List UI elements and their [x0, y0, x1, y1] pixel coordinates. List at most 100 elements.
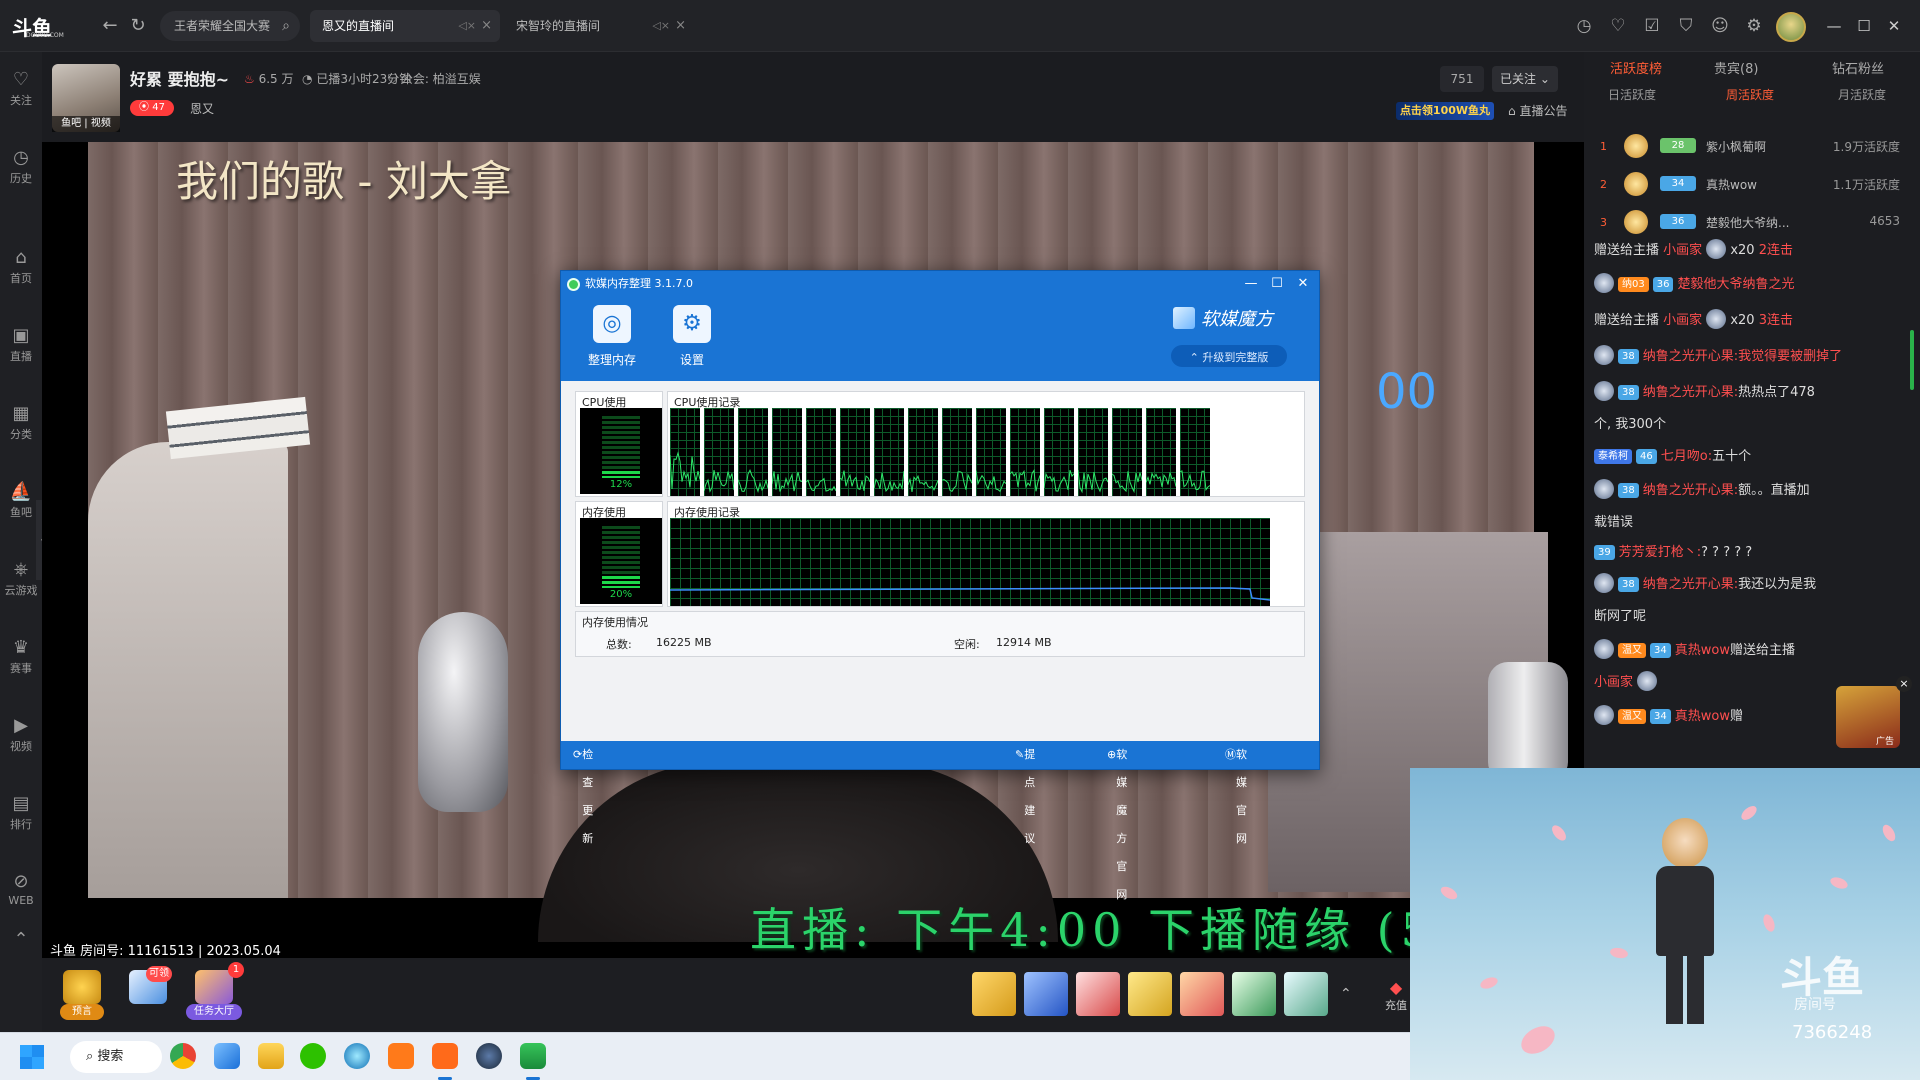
message-icon[interactable]: ☺: [1708, 14, 1732, 38]
history-clock-icon[interactable]: ◷: [1572, 14, 1596, 38]
gift-item-card[interactable]: [1128, 972, 1172, 1016]
guild-info[interactable]: ⛉ 公会: 柏溢互娱: [388, 70, 481, 87]
minimize-icon[interactable]: —: [1820, 14, 1848, 38]
settings-gear-icon[interactable]: ⚙: [1742, 14, 1766, 38]
sidebar-item-events[interactable]: ♛ 赛事: [0, 636, 42, 686]
back-icon[interactable]: ←: [98, 14, 122, 38]
close-window-icon[interactable]: ✕: [1880, 14, 1908, 38]
predict-button[interactable]: 预言: [54, 970, 110, 1020]
douyu-logo[interactable]: 斗鱼 DOUYU.COM: [12, 12, 74, 40]
official-site-link[interactable]: ⊕ 软媒魔方官网: [1107, 741, 1127, 901]
tab-activity-rank[interactable]: 活跃度榜: [1610, 58, 1662, 77]
app-icon[interactable]: [214, 1043, 240, 1069]
ad-thumbnail[interactable]: 广告: [1836, 686, 1900, 748]
favorite-heart-icon[interactable]: ♡: [1606, 14, 1630, 38]
sidebar-item-history[interactable]: ◷ 历史: [0, 146, 42, 196]
ranking-icon: ▤: [12, 793, 30, 814]
room-number-label: 房间号: [1794, 997, 1836, 1013]
chat-message: 泰希柯 46 七月吻o:五十个: [1594, 442, 1916, 472]
gift-item[interactable]: [972, 972, 1016, 1016]
memory-cleaner-app-icon[interactable]: [520, 1043, 546, 1069]
schedule-ticker: 直播: 下午4:00 下播随缘 (5: [750, 903, 1436, 957]
shirt-icon[interactable]: ⛉: [1674, 14, 1698, 38]
rank-emblem-icon: [1624, 172, 1648, 196]
more-gifts-chevron-icon[interactable]: ⌃: [1340, 986, 1352, 1002]
settings-button[interactable]: ⚙ 设置: [657, 305, 727, 369]
user-avatar[interactable]: [1776, 12, 1806, 42]
subtab-monthly[interactable]: 月活跃度: [1838, 86, 1886, 103]
follow-button[interactable]: 已关注 ⌄: [1492, 66, 1558, 92]
sidebar-item-home[interactable]: ⌂ 首页: [0, 246, 42, 296]
gift-item[interactable]: [1232, 972, 1276, 1016]
cpu-core-graph: [874, 408, 904, 496]
ruanmei-site-link[interactable]: Ⓜ 软媒官网: [1225, 741, 1247, 845]
mem-info-panel: 内存使用情况 总数: 16225 MB 空闲: 12914 MB: [575, 611, 1305, 657]
fishball-promo-banner[interactable]: 点击领100W鱼丸: [1396, 102, 1494, 120]
douyu-app-icon[interactable]: [432, 1043, 458, 1069]
vtuber-preview-window[interactable]: 斗鱼 房间号 7366248: [1410, 768, 1920, 1080]
suggest-link[interactable]: ✎ 提点建议: [1015, 741, 1035, 845]
sidebar-item-category[interactable]: ▦ 分类: [0, 402, 42, 452]
cpu-meter: 12%: [580, 408, 662, 494]
mem-maximize-icon[interactable]: ☐: [1263, 271, 1291, 297]
sidebar-item-ranking[interactable]: ▤ 排行: [0, 792, 42, 842]
app-titlebar: 斗鱼 DOUYU.COM ← ↻ 王者荣耀全国大赛 ⌕ 恩又的直播间 ◁× × …: [0, 0, 1920, 52]
sidebar-collapse-up[interactable]: ⌃: [0, 928, 42, 952]
taskbar-search[interactable]: ⌕ 搜索: [70, 1041, 162, 1073]
gift-item[interactable]: [1284, 972, 1328, 1016]
edge-icon[interactable]: [344, 1043, 370, 1069]
tab-enyou-room[interactable]: 恩又的直播间 ◁× ×: [310, 10, 500, 42]
gift-item-plane[interactable]: [1076, 972, 1120, 1016]
rank-row[interactable]: 2 34 真热wow 1.1万活跃度: [1584, 166, 1920, 202]
avatar-tabs-label[interactable]: 鱼吧 | 视频: [52, 116, 120, 132]
subtab-weekly[interactable]: 周活跃度: [1726, 86, 1774, 103]
wechat-icon[interactable]: [300, 1043, 326, 1069]
checkin-icon[interactable]: ☑: [1640, 14, 1664, 38]
steam-icon[interactable]: [476, 1043, 502, 1069]
task-hall-button[interactable]: 任务大厅 1: [186, 962, 244, 1020]
rank-row[interactable]: 1 28 紫小枫葡啊 1.9万活跃度: [1584, 128, 1920, 164]
mem-minimize-icon[interactable]: —: [1237, 271, 1265, 297]
mem-titlebar[interactable]: 软媒内存整理 3.1.7.0: [561, 271, 1319, 297]
sidebar-item-web[interactable]: ⊘ WEB: [0, 870, 42, 920]
rank-row[interactable]: 3 36 楚毅他大爷纳... 4653: [1584, 204, 1920, 240]
ad-close-icon[interactable]: ×: [1896, 676, 1912, 692]
clean-memory-button[interactable]: ◎ 整理内存: [577, 305, 647, 369]
sidebar-item-follow[interactable]: ♡ 关注: [0, 68, 42, 118]
tab-diamond-fans[interactable]: 钻石粉丝: [1832, 58, 1884, 77]
mem-history-graph: [670, 518, 1270, 606]
mute-icon[interactable]: ◁×: [458, 10, 476, 42]
mute-icon[interactable]: ◁×: [652, 10, 670, 42]
tab-songzhiling-room[interactable]: 宋智玲的直播间 ◁× ×: [504, 10, 694, 42]
sidebar-item-live[interactable]: ▣ 直播: [0, 324, 42, 374]
maximize-icon[interactable]: ☐: [1850, 14, 1878, 38]
close-tab-icon[interactable]: ×: [675, 10, 686, 42]
ruanmei-brand[interactable]: 软媒魔方: [1173, 305, 1273, 331]
chat-scrollbar[interactable]: [1910, 330, 1914, 390]
chrome-icon[interactable]: [170, 1043, 196, 1069]
trophy-icon: ♛: [12, 637, 30, 658]
gift-item[interactable]: [1180, 972, 1224, 1016]
windows-start-icon[interactable]: [20, 1045, 44, 1069]
live-notice-link[interactable]: ⌂ 直播公告: [1508, 102, 1567, 119]
shield-icon: ⛉: [388, 72, 398, 86]
file-explorer-icon[interactable]: [258, 1043, 284, 1069]
check-update-link[interactable]: ⟳ 检查更新: [573, 741, 593, 845]
search-icon[interactable]: ⌕: [282, 11, 290, 41]
upgrade-button[interactable]: ⌃ 升级到完整版: [1171, 345, 1287, 367]
close-tab-icon[interactable]: ×: [481, 10, 492, 42]
gift-pack-button[interactable]: 可领: [120, 966, 176, 1020]
streamer-avatar[interactable]: 鱼吧 | 视频: [52, 64, 120, 132]
douyu-app-icon[interactable]: [388, 1043, 414, 1069]
anchor-name[interactable]: 恩又: [190, 100, 214, 117]
mem-close-icon[interactable]: ✕: [1289, 271, 1317, 297]
sidebar-item-video[interactable]: ▶ 视频: [0, 714, 42, 764]
refresh-icon[interactable]: ↻: [126, 14, 150, 38]
search-input[interactable]: 王者荣耀全国大赛 ⌕: [160, 11, 300, 41]
tab-vip[interactable]: 贵宾(8): [1714, 58, 1758, 77]
gift-item-rocket[interactable]: [1024, 972, 1068, 1016]
subtab-daily[interactable]: 日活跃度: [1608, 86, 1656, 103]
home-icon: ⌂: [15, 247, 27, 268]
gift-icon: [1706, 309, 1727, 329]
clean-memory-icon: ◎: [593, 305, 631, 343]
